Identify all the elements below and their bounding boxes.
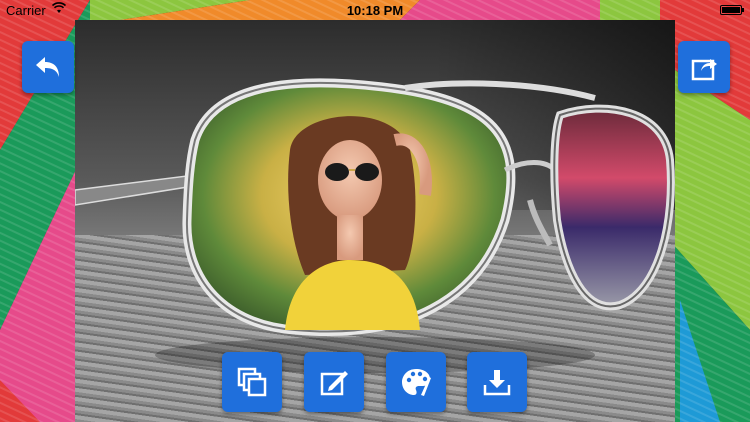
save-button[interactable] xyxy=(467,352,527,412)
color-button[interactable] xyxy=(386,352,446,412)
status-bar: Carrier 10:18 PM xyxy=(0,0,750,20)
palette-icon xyxy=(399,365,433,399)
share-button[interactable] xyxy=(678,41,730,93)
share-icon xyxy=(689,52,719,82)
clock-label: 10:18 PM xyxy=(346,3,404,18)
back-button[interactable] xyxy=(22,41,74,93)
battery-icon xyxy=(720,5,744,15)
photo-canvas[interactable] xyxy=(75,20,675,422)
edit-button[interactable] xyxy=(304,352,364,412)
frames-button[interactable] xyxy=(222,352,282,412)
sunglasses-frame xyxy=(75,78,675,373)
layers-icon xyxy=(235,365,269,399)
download-icon xyxy=(480,365,514,399)
back-arrow-icon xyxy=(33,52,63,82)
edit-icon xyxy=(317,365,351,399)
